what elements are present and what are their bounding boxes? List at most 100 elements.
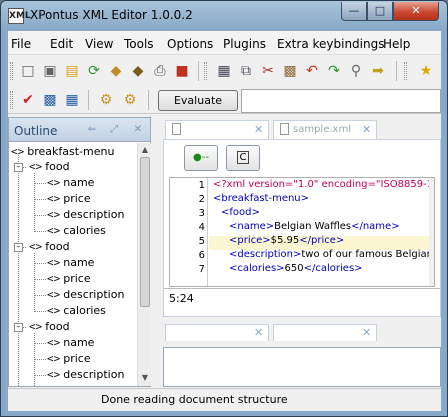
tab-untitled[interactable]: ✕ (165, 120, 269, 139)
undo-icon[interactable]: ↶ (302, 61, 322, 81)
line-number: 5 (198, 236, 205, 247)
line-number: 7 (198, 264, 205, 275)
scroll-down-icon[interactable]: ▼ (140, 373, 150, 383)
evaluate-button[interactable]: Evaluate (158, 90, 238, 111)
editor-tab-strip: ✕ sample.xml ✕ (163, 119, 441, 139)
editor-panel: ●-- C 1 2 3 4 5 6 7 <?xml version="1.0" … (163, 139, 441, 317)
tree-node-price[interactable]: <> price (47, 352, 91, 368)
exit-icon[interactable]: ■ (172, 61, 192, 81)
code-line: <description>two of our famous Belgian W (229, 249, 435, 260)
document-icon (280, 123, 289, 135)
maximize-button[interactable]: □ (367, 2, 393, 21)
open-folder-icon[interactable]: ▤ (62, 61, 82, 81)
menu-help[interactable]: Help (383, 37, 410, 51)
menu-view[interactable]: View (85, 37, 113, 51)
expander-icon[interactable]: – (14, 323, 23, 332)
main-toolbar: □ ▣ ▤ ⟳ ◆ ◆ ⎙ ■ ▦ ⧉ ✂ ▩ ↶ ↷ ⚲ ➡ ★ (8, 57, 441, 85)
menu-extra-keybindings[interactable]: Extra keybindings (277, 37, 384, 51)
tree-node-food[interactable]: <> food (29, 160, 70, 176)
app-icon: XML (8, 8, 31, 24)
paste-icon[interactable]: ▩ (280, 61, 300, 81)
check-icon[interactable]: ✔ (18, 90, 38, 110)
close-panel-icon[interactable]: ✕ (131, 123, 145, 137)
cut-icon[interactable]: ✂ (258, 61, 278, 81)
client-area: File Edit View Tools Options Plugins Ext… (8, 31, 441, 411)
tree-node-description[interactable]: <> description (47, 208, 124, 224)
tree-node-calories[interactable]: <> calories (47, 224, 106, 240)
tree-node-root[interactable]: <> breakfast-menu (11, 145, 114, 161)
menu-tools[interactable]: Tools (124, 37, 154, 51)
tree-node-calories[interactable]: <> calories (47, 304, 106, 320)
validate-icon[interactable]: ▩ (40, 90, 60, 110)
find-icon[interactable]: ⚲ (346, 61, 366, 81)
tab-sample-xml[interactable]: sample.xml ✕ (273, 120, 377, 139)
tab-messages[interactable]: ✕ (165, 324, 269, 341)
code-editor[interactable]: 1 2 3 4 5 6 7 <?xml version="1.0" encodi… (169, 177, 435, 287)
tree-node-description[interactable]: <> description (47, 288, 124, 304)
tree-node-name[interactable]: <> name (47, 336, 94, 352)
tree-node-price[interactable]: <> price (47, 192, 91, 208)
redo-icon[interactable]: ↷ (324, 61, 344, 81)
new-file-icon[interactable]: □ (18, 61, 38, 81)
toolbar-grip[interactable] (404, 62, 407, 80)
tree-node-name[interactable]: <> name (47, 176, 94, 192)
close-tab-icon[interactable]: ✕ (362, 326, 371, 339)
tree-node-name[interactable]: <> name (47, 256, 94, 272)
expander-icon[interactable]: – (14, 243, 23, 252)
settings-icon[interactable]: ⚙ (96, 90, 116, 110)
menu-options[interactable]: Options (167, 37, 213, 51)
print-icon[interactable]: ⎙ (150, 61, 170, 81)
comment-button[interactable]: ●-- (184, 145, 218, 171)
close-button[interactable]: ✕ (393, 2, 439, 21)
expander-icon[interactable]: – (14, 163, 23, 172)
maximize-panel-icon[interactable]: ⤢ (107, 123, 121, 137)
close-tab-icon[interactable]: ✕ (254, 326, 263, 339)
outline-header: Outline ⇐ ⤢ ✕ (9, 118, 150, 142)
save-as-icon[interactable]: ◆ (128, 61, 148, 81)
menu-file[interactable]: File (11, 37, 31, 51)
scroll-up-icon[interactable]: ▲ (140, 145, 150, 155)
menu-edit[interactable]: Edit (50, 37, 73, 51)
tree-node-description[interactable]: <> description (47, 368, 124, 384)
code-line: <breakfast-menu> (213, 193, 310, 204)
pin-icon[interactable]: ⇐ (85, 123, 99, 137)
title-bar[interactable]: XML XPontus XML Editor 1.0.0.2 — □ ✕ (1, 1, 447, 31)
minimize-button[interactable]: — (341, 2, 367, 21)
close-tab-icon[interactable]: ✕ (362, 123, 371, 136)
line-number: 6 (198, 250, 205, 261)
menu-plugins[interactable]: Plugins (223, 37, 266, 51)
transform-icon[interactable]: ▦ (62, 90, 82, 110)
line-number: 2 (198, 194, 205, 205)
refresh-icon[interactable]: ⟳ (84, 61, 104, 81)
toolbar-grip[interactable] (204, 62, 207, 80)
close-tab-icon[interactable]: ✕ (254, 123, 263, 136)
code-scrollbar[interactable] (429, 178, 434, 286)
new-document-icon[interactable]: ▣ (40, 61, 60, 81)
bottom-panel (163, 347, 441, 387)
outline-tree: <> breakfast-menu <> food <> name <> price <… (9, 143, 137, 386)
code-line: <name>Belgian Waffles</name> (229, 221, 400, 232)
toolbar-grip[interactable] (10, 91, 13, 109)
element-icon: <> (47, 352, 61, 365)
tree-node-food[interactable]: <> food (29, 240, 70, 256)
goto-icon[interactable]: ➡ (368, 61, 388, 81)
cdata-button[interactable]: C (226, 145, 260, 171)
code-line: <price>$5.95</price> (229, 235, 345, 246)
xpath-input[interactable] (241, 89, 441, 113)
code-line: <?xml version="1.0" encoding="ISO8859-1" (213, 179, 435, 190)
gear-icon[interactable]: ⚙ (120, 90, 140, 110)
star-icon[interactable]: ★ (416, 61, 436, 81)
scroll-thumb[interactable] (140, 157, 150, 307)
code-line: <calories>650</calories> (229, 263, 363, 274)
tree-node-price[interactable]: <> price (47, 272, 91, 288)
tab-results[interactable]: ✕ (273, 324, 377, 341)
toolbar-grip[interactable] (10, 62, 13, 80)
outline-scrollbar[interactable]: ▲ ▼ (137, 143, 151, 386)
outline-panel: Outline ⇐ ⤢ ✕ <> breakfast-menu <> food <>… (8, 117, 151, 387)
grid-icon[interactable]: ▦ (214, 61, 234, 81)
bottom-tab-strip: ✕ ✕ (163, 323, 441, 341)
element-icon: <> (47, 336, 61, 349)
tree-node-food[interactable]: <> food (29, 320, 70, 336)
copy-icon[interactable]: ⧉ (236, 61, 256, 81)
save-icon[interactable]: ◆ (106, 61, 126, 81)
